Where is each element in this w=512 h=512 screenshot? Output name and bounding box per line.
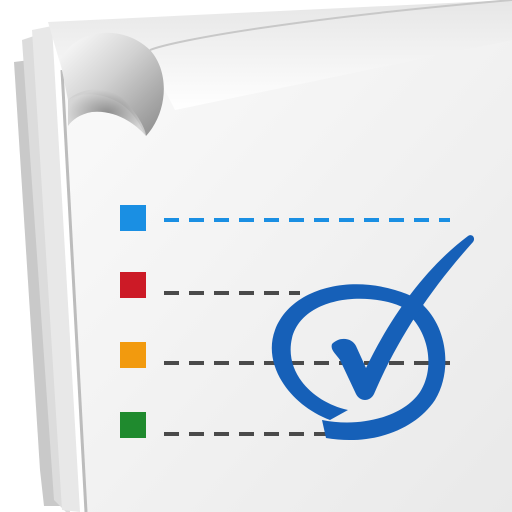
bullet-red (120, 272, 146, 298)
bullet-blue (120, 205, 146, 231)
icon-artwork (14, 0, 512, 512)
bullet-green (120, 412, 146, 438)
checklist-app-icon (0, 0, 512, 512)
bullet-orange (120, 342, 146, 368)
